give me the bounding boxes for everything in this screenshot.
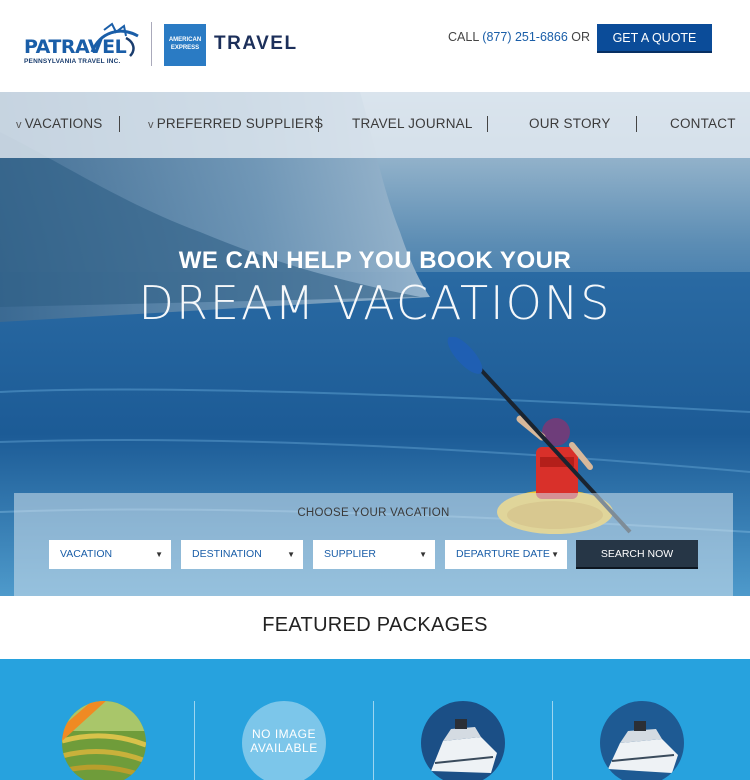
departure-date-dropdown[interactable]: DEPARTURE DATE ▼ bbox=[445, 540, 567, 569]
dropdown-value: SUPPLIER bbox=[324, 548, 376, 560]
call-info: CALL (877) 251-6866 OR bbox=[448, 30, 590, 44]
nav-divider bbox=[487, 116, 488, 132]
amex-logo: AMERICAN EXPRESS bbox=[164, 24, 206, 66]
caret-down-icon: ▼ bbox=[551, 550, 559, 559]
nav-divider bbox=[318, 116, 319, 132]
nav-item-preferred-suppliers[interactable]: v PREFERRED SUPPLIERS bbox=[148, 116, 323, 131]
dropdown-value: DEPARTURE DATE bbox=[456, 548, 550, 560]
rice-terraces-photo bbox=[62, 701, 146, 780]
nav-divider bbox=[119, 116, 120, 132]
nav-item-our-story[interactable]: OUR STORY bbox=[529, 116, 611, 131]
vacation-search-panel: CHOOSE YOUR VACATION VACATION ▼ DESTINAT… bbox=[14, 493, 733, 596]
nav-item-label: CONTACT bbox=[670, 116, 736, 131]
nav-item-label: TRAVEL JOURNAL bbox=[352, 116, 473, 131]
hero-headline: WE CAN HELP YOU BOOK YOUR bbox=[178, 247, 572, 274]
nav-item-travel-journal[interactable]: TRAVEL JOURNAL bbox=[352, 116, 473, 131]
nav-item-vacations[interactable]: v VACATIONS bbox=[16, 116, 103, 131]
hero-subheadline: DREAM VACATIONS bbox=[138, 276, 612, 330]
caret-down-icon: ▼ bbox=[287, 550, 295, 559]
package-divider bbox=[194, 701, 195, 780]
chevron-down-icon: v bbox=[148, 119, 154, 131]
chevron-down-icon: v bbox=[16, 119, 22, 131]
caret-down-icon: ▼ bbox=[155, 550, 163, 559]
package-image-placeholder[interactable]: NO IMAGE AVAILABLE bbox=[242, 701, 326, 780]
package-image-rice-terraces[interactable] bbox=[62, 701, 146, 780]
call-prefix: CALL bbox=[448, 30, 479, 44]
package-divider bbox=[373, 701, 374, 780]
amex-travel-label: TRAVEL bbox=[214, 33, 298, 54]
vacation-dropdown[interactable]: VACATION ▼ bbox=[49, 540, 171, 569]
featured-packages-band: NO IMAGE AVAILABLE bbox=[0, 659, 750, 780]
patravel-logo[interactable]: PATRAVEL PENNSYLVANIA TRAVEL INC. AMERIC… bbox=[24, 20, 304, 70]
main-nav: v VACATIONS v PREFERRED SUPPLIERS TRAVEL J… bbox=[0, 92, 750, 158]
nav-item-label: VACATIONS bbox=[24, 116, 103, 131]
nav-item-contact[interactable]: CONTACT bbox=[670, 116, 736, 131]
nav-item-label: OUR STORY bbox=[529, 116, 611, 131]
nav-divider bbox=[636, 116, 637, 132]
hero-banner: v VACATIONS v PREFERRED SUPPLIERS TRAVEL J… bbox=[0, 92, 750, 596]
package-divider bbox=[552, 701, 553, 780]
supplier-dropdown[interactable]: SUPPLIER ▼ bbox=[313, 540, 435, 569]
nav-item-label: PREFERRED SUPPLIERS bbox=[156, 116, 324, 131]
package-image-cruise-ship[interactable] bbox=[421, 701, 505, 780]
amex-label-1: AMERICAN bbox=[168, 37, 202, 43]
logo-subtitle: PENNSYLVANIA TRAVEL INC. bbox=[24, 58, 121, 65]
destination-dropdown[interactable]: DESTINATION ▼ bbox=[181, 540, 303, 569]
featured-packages-title: FEATURED PACKAGES bbox=[262, 614, 488, 636]
dropdown-value: DESTINATION bbox=[192, 548, 262, 560]
get-quote-button[interactable]: GET A QUOTE bbox=[597, 24, 712, 53]
package-image-cruise-ship[interactable] bbox=[600, 701, 684, 780]
logo-divider bbox=[151, 22, 152, 66]
caret-down-icon: ▼ bbox=[419, 550, 427, 559]
phone-link[interactable]: (877) 251-6866 bbox=[482, 30, 567, 44]
cruise-ship-photo bbox=[600, 701, 684, 780]
search-now-button[interactable]: SEARCH NOW bbox=[576, 540, 698, 569]
logo-wordmark: PATRAVEL bbox=[24, 36, 127, 58]
call-suffix: OR bbox=[571, 30, 591, 44]
dropdown-value: VACATION bbox=[60, 548, 113, 560]
site-header: PATRAVEL PENNSYLVANIA TRAVEL INC. AMERIC… bbox=[0, 0, 750, 92]
search-panel-title: CHOOSE YOUR VACATION bbox=[297, 507, 450, 519]
cruise-ship-photo bbox=[421, 701, 505, 780]
amex-label-2: EXPRESS bbox=[170, 45, 200, 51]
